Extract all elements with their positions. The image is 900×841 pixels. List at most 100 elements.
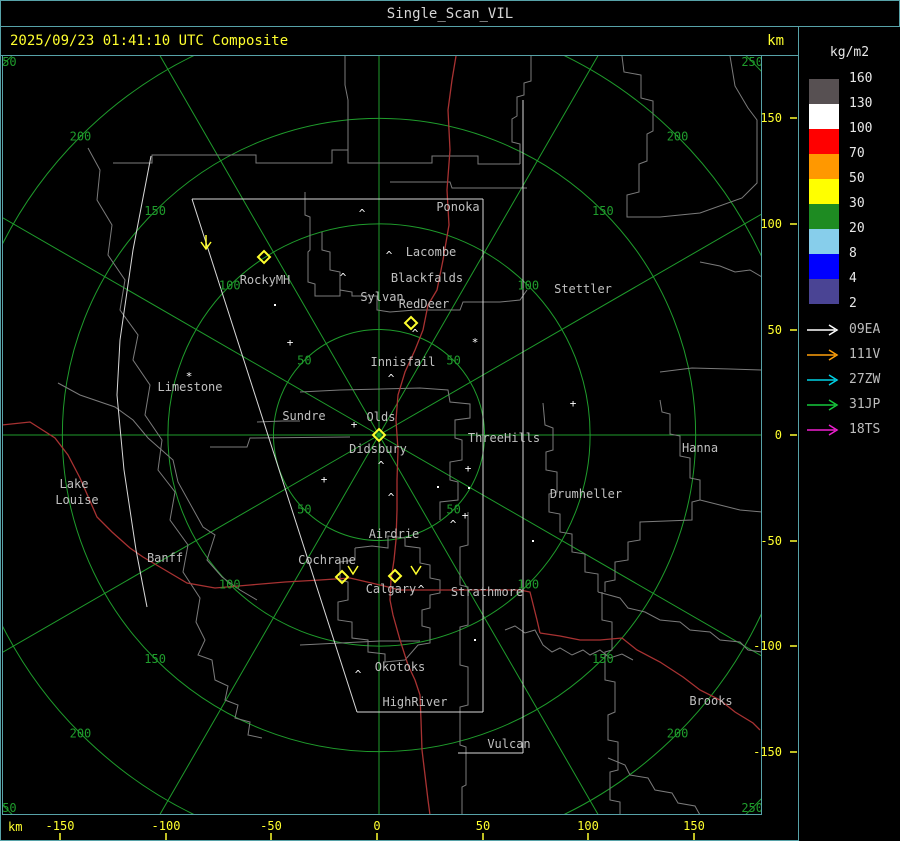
county-border-line: [597, 591, 761, 653]
county-border-line: [344, 56, 349, 150]
station-id-label: 111V: [849, 347, 881, 362]
arrow-legend-item: 31JP: [805, 392, 900, 417]
town-symbol-marker: ^: [388, 491, 395, 504]
city-label: Okotoks: [375, 660, 426, 674]
azimuth-spoke: [159, 434, 380, 814]
city-label: Airdrie: [369, 527, 420, 541]
ring-distance-label: 200: [70, 129, 92, 143]
ring-distance-label: 150: [592, 204, 614, 218]
right-axis-tick-label: 100: [760, 217, 782, 231]
city-label: Brooks: [689, 694, 732, 708]
station-arrow-icon: [807, 373, 839, 386]
city-label: Sundre: [282, 409, 325, 423]
scale-swatch: [809, 154, 839, 179]
radar-map-canvas[interactable]: 5050505010010010010015015015015020020020…: [0, 0, 900, 841]
right-axis-tick-label: -150: [753, 745, 782, 759]
city-label: Calgary: [366, 582, 417, 596]
town-symbol-marker: *: [472, 336, 479, 349]
bottom-axis-tick-label: -150: [46, 819, 75, 833]
town-symbol-marker: ^: [378, 459, 385, 472]
station-arrow-icon: [807, 398, 839, 411]
station-id-label: 27ZW: [849, 372, 881, 387]
scale-value-label: 100: [849, 121, 873, 136]
scale-unit-label: kg/m2: [829, 45, 870, 60]
ring-distance-label: 250: [741, 801, 763, 815]
city-label: Innisfail: [370, 355, 435, 369]
station-arrow-icon: [807, 348, 839, 361]
scale-swatch: [809, 279, 839, 304]
town-symbol-marker: ^: [450, 518, 457, 531]
station-id-label: 09EA: [849, 322, 881, 337]
town-dot-marker: [468, 487, 470, 489]
town-dot-marker: [532, 540, 534, 542]
town-symbol-marker: ^: [412, 327, 419, 340]
right-axis-tick-label: -100: [753, 639, 782, 653]
bottom-axis-tick-label: 50: [476, 819, 490, 833]
town-symbol-marker: +: [321, 473, 328, 486]
county-border-line: [621, 56, 758, 218]
scale-value-label: 2: [849, 296, 857, 311]
station-arrow-legend: 09EA 111V 27ZW 31JP 18TS: [805, 317, 900, 442]
town-symbol-marker: ^: [355, 668, 362, 681]
scale-value-label: 20: [849, 221, 865, 236]
town-symbol-marker: +: [465, 462, 472, 475]
ring-distance-label: 50: [446, 353, 460, 367]
city-label: Drumheller: [550, 487, 622, 501]
ring-distance-label: 50: [446, 503, 460, 517]
city-label: ThreeHills: [468, 431, 540, 445]
ring-distance-label: 100: [219, 279, 241, 293]
city-label: Blackfalds: [391, 271, 463, 285]
county-border-line: [390, 181, 527, 189]
station-id-label: 31JP: [849, 397, 881, 412]
ring-distance-label: 100: [517, 279, 539, 293]
town-symbol-marker: ^: [386, 249, 393, 262]
city-label: Vulcan: [487, 737, 530, 751]
city-label: Strathmore: [451, 585, 523, 599]
city-label: Ponoka: [436, 200, 479, 214]
station-id-label: 18TS: [849, 422, 881, 437]
ring-distance-label: 200: [667, 727, 689, 741]
town-symbol-marker: +: [287, 336, 294, 349]
right-axis-tick-label: -50: [760, 534, 782, 548]
city-label: Limestone: [157, 380, 222, 394]
town-symbol-marker: +: [351, 418, 358, 431]
town-dot-marker: [274, 304, 276, 306]
scan-sector-outline: [116, 155, 152, 608]
color-scale-legend: kg/m2 09EA 111V 27ZW 31JP 18TS 160 130 100 70 50…: [799, 27, 900, 841]
city-label: Louise: [55, 493, 98, 507]
scale-swatch: [809, 254, 839, 279]
ring-distance-label: 250: [741, 55, 763, 69]
city-label: HighRiver: [382, 695, 447, 709]
bottom-axis-tick-label: 0: [373, 819, 380, 833]
scale-value-label: 50: [849, 171, 865, 186]
ring-distance-label: 200: [667, 129, 689, 143]
county-border-line: [87, 147, 263, 739]
arrow-legend-item: 09EA: [805, 317, 900, 342]
city-label: RockyMH: [240, 273, 291, 287]
county-border-line: [504, 625, 634, 661]
ring-distance-label: 50: [297, 353, 311, 367]
arrow-legend-item: 27ZW: [805, 367, 900, 392]
ring-distance-label: 100: [219, 577, 241, 591]
bottom-axis-tick-label: -100: [152, 819, 181, 833]
ring-distance-label: 50: [297, 503, 311, 517]
county-border-line: [699, 261, 761, 277]
scale-swatch: [809, 229, 839, 254]
arrow-legend-item: 18TS: [805, 417, 900, 442]
ring-distance-label: 200: [70, 727, 92, 741]
city-label: Lacombe: [406, 245, 457, 259]
right-axis-tick-label: 0: [775, 428, 782, 442]
town-symbol-marker: ^: [388, 372, 395, 385]
town-symbol-marker: ^: [359, 207, 366, 220]
wind-vee-icon: [410, 565, 422, 576]
bottom-axis-tick-label: 100: [577, 819, 599, 833]
ring-distance-label: 150: [144, 204, 166, 218]
city-label: Cochrane: [298, 553, 356, 567]
town-dot-marker: [437, 486, 439, 488]
highway-line: [539, 632, 761, 731]
town-symbol-marker: ^: [418, 583, 425, 596]
county-border-line: [659, 399, 761, 513]
map-layers: 5050505010010010010015015015015020020020…: [3, 55, 763, 815]
highway-line: [3, 421, 541, 634]
county-border-line: [659, 367, 761, 373]
